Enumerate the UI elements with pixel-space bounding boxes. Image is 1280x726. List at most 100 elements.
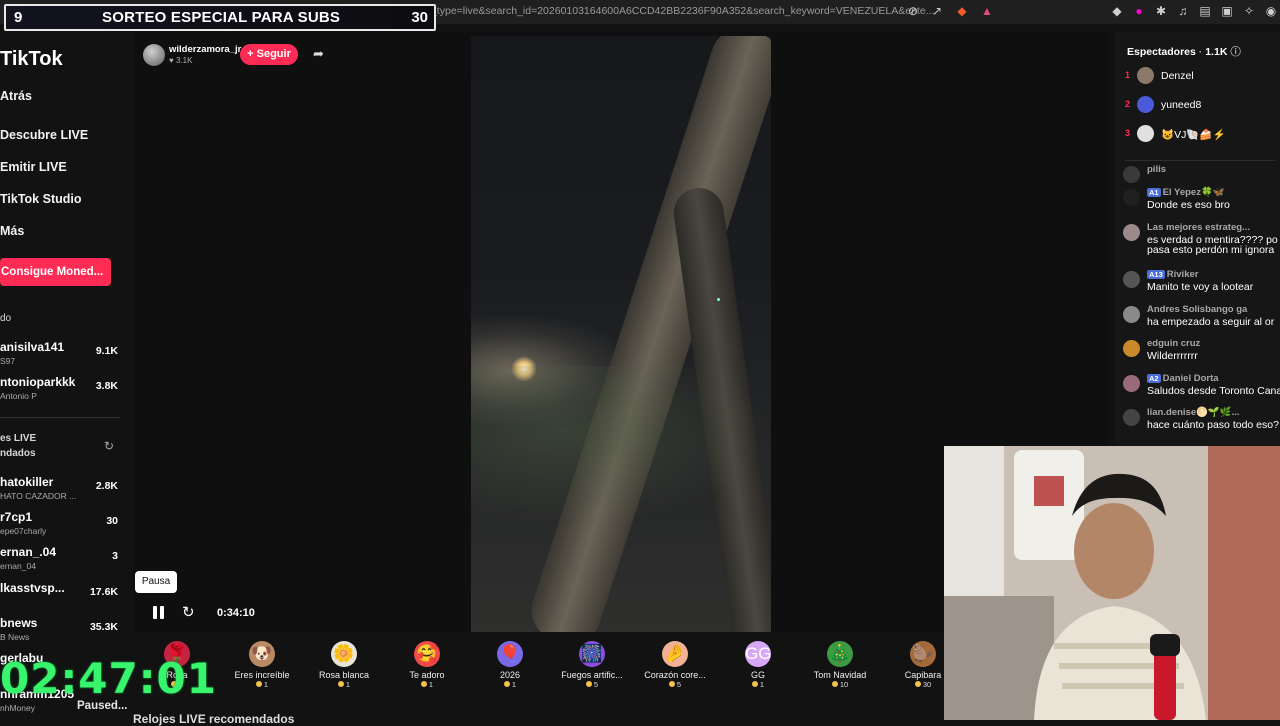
sidebar: TikTok Atrás Descubre LIVE Emitir LIVE T…	[0, 32, 128, 720]
recommended-live-title: Relojes LIVE recomendados	[133, 712, 295, 726]
stream-clock: 02:47:01	[0, 654, 217, 703]
host-avatar[interactable]	[143, 44, 165, 66]
nav-go-live[interactable]: Emitir LIVE	[0, 160, 67, 174]
gift-cost-value: 30	[922, 680, 932, 689]
coin-icon	[914, 681, 921, 687]
puzzle-icon[interactable]: ✱	[1154, 4, 1168, 18]
music-icon[interactable]: ♫	[1176, 4, 1190, 18]
live-section-subtitle: ndados	[0, 448, 36, 459]
chat-panel: Espectadores · 1.1K ⓘ 1 Denzel 2 yuneed8…	[1115, 32, 1280, 452]
avatar	[1123, 224, 1140, 241]
chat-user: A13 Riviker	[1147, 269, 1198, 280]
gift-cost-value: 1	[428, 680, 434, 689]
channel-name: ernan_.04	[0, 545, 57, 559]
gift-cost-value: 1	[263, 680, 269, 689]
nav-back[interactable]: Atrás	[0, 89, 32, 103]
info-icon[interactable]: ⓘ	[1230, 46, 1241, 58]
viewer-count: 17.6K	[89, 586, 118, 598]
viewer-count: 35.3K	[89, 621, 118, 633]
channel-subtitle: nhMoney	[0, 703, 35, 713]
nav-tiktok-studio[interactable]: TikTok Studio	[0, 192, 81, 206]
gift-cost: 1	[718, 680, 798, 689]
gift-cost-value: 1	[511, 680, 517, 689]
coin-icon	[831, 681, 838, 687]
share-icon[interactable]: ➦	[313, 46, 324, 62]
brave-shield-icon[interactable]: ◆	[955, 4, 969, 18]
live-video[interactable]	[471, 36, 771, 632]
extension-icon[interactable]: ◆	[1110, 4, 1124, 18]
recommended-item[interactable]: hatokiller HATO CAZADOR ... 2.8K	[0, 475, 118, 509]
extension-color-icon[interactable]: ●	[1132, 4, 1146, 18]
channel-subtitle: ernan_04	[0, 561, 36, 571]
chat-user: A1 El Yepez🍀🦋	[1147, 187, 1225, 198]
gift-item[interactable]: 🥰 Te adoro 1	[387, 635, 467, 695]
top-viewer[interactable]: 2 yuneed8	[1125, 95, 1275, 115]
avatar	[1123, 409, 1140, 426]
chat-username: edguin cruz	[1147, 338, 1201, 349]
gift-item[interactable]: 🎈 2026 1	[470, 635, 550, 695]
chat-text: Manito te voy a lootear	[1147, 281, 1254, 293]
gift-cost: 10	[800, 680, 880, 689]
gift-cost-value: 5	[593, 680, 599, 689]
recommended-item[interactable]: bnews B News 35.3K	[0, 616, 118, 650]
viewer-name: Denzel	[1161, 70, 1194, 82]
nav-more[interactable]: Más	[0, 224, 24, 238]
gift-icon: 🌼	[331, 641, 357, 667]
following-item[interactable]: ntonioparkkk Antonio P 3.8K	[0, 375, 118, 409]
host-likes-count: 3.1K	[175, 56, 193, 65]
chat-username: Daniel Dorta	[1162, 373, 1219, 384]
chat-username: pilis	[1147, 164, 1167, 175]
gift-name: GG	[750, 670, 765, 680]
share-icon[interactable]: ↗	[930, 4, 944, 18]
recommended-item[interactable]: ernan_.04 ernan_04 3	[0, 545, 118, 579]
gift-name: Rosa blanca	[318, 670, 370, 680]
level-badge: A2	[1147, 374, 1161, 383]
gift-name: Eres increíble	[234, 670, 290, 680]
level-badge: A13	[1147, 270, 1165, 279]
gift-item[interactable]: 🎄 Tom Navidad 10	[800, 635, 880, 695]
gift-icon: 🎈	[497, 641, 523, 667]
following-item[interactable]: anisilva141 S97 9.1K	[0, 340, 118, 374]
tiktok-logo[interactable]: TikTok	[0, 48, 63, 71]
profile-icon[interactable]: ◉	[1264, 4, 1278, 18]
hide-icon[interactable]: ⊘	[906, 4, 920, 18]
leo-icon[interactable]: ✧	[1242, 4, 1256, 18]
top-viewer[interactable]: 3 😺VJ🐚🍰⚡	[1125, 124, 1275, 144]
gift-cost: 1	[304, 680, 384, 689]
chat-text: ha empezado a seguir al or	[1147, 316, 1275, 328]
recommended-item[interactable]: r7cp1 epe07charly 30	[0, 510, 118, 544]
sidebar-icon[interactable]: ▤	[1198, 4, 1212, 18]
gift-item[interactable]: 🐶 Eres increíble 1	[222, 635, 302, 695]
gift-item[interactable]: 🤌 Corazón core... 5	[635, 635, 715, 695]
gift-cost-value: 1	[345, 680, 351, 689]
divider	[1125, 160, 1275, 161]
host-name[interactable]: wilderzamora_jr	[169, 44, 241, 55]
pause-button[interactable]	[151, 604, 167, 622]
replay-icon[interactable]: ↻	[182, 603, 195, 621]
gift-icon: 🐶	[249, 641, 275, 667]
chat-username: Andres Solisbango ga	[1147, 304, 1248, 315]
gift-item[interactable]: 🎆 Fuegos artific... 5	[552, 635, 632, 695]
channel-subtitle: B News	[0, 632, 30, 642]
gift-name: 2026	[499, 670, 521, 680]
gift-name: Te adoro	[409, 670, 445, 680]
top-viewer[interactable]: 1 Denzel	[1125, 66, 1275, 86]
chat-username: Riviker	[1166, 269, 1199, 280]
gift-icon: 🎄	[827, 641, 853, 667]
channel-subtitle: epe07charly	[0, 526, 47, 536]
refresh-icon[interactable]: ↻	[104, 439, 114, 453]
get-coins-button[interactable]: Consigue Moned...	[0, 258, 111, 286]
recommended-item[interactable]: lkasstvsp... 17.6K	[0, 581, 118, 615]
coin-icon	[503, 681, 510, 687]
follow-button[interactable]: + Seguir	[240, 44, 298, 65]
gift-item[interactable]: 🌼 Rosa blanca 1	[304, 635, 384, 695]
giveaway-number: 9	[14, 9, 23, 26]
gift-item[interactable]: GG GG 1	[718, 635, 798, 695]
nav-discover-live[interactable]: Descubre LIVE	[0, 128, 88, 142]
chat-text: Wilderrrrrrr	[1147, 350, 1198, 362]
wallet-icon[interactable]: ▣	[1220, 4, 1234, 18]
giveaway-count: 30	[411, 9, 428, 26]
viewers-title[interactable]: Espectadores · 1.1K ⓘ	[1127, 44, 1241, 59]
level-badge: A1	[1147, 188, 1161, 197]
brave-rewards-icon[interactable]: ▲	[980, 4, 994, 18]
